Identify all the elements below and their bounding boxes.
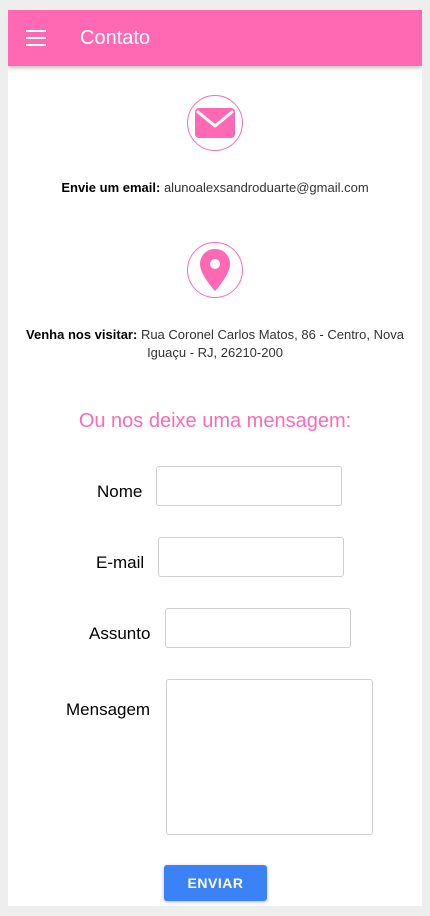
email-value[interactable]: alunoalexsandroduarte@gmail.com bbox=[164, 180, 369, 195]
envelope-icon bbox=[187, 95, 243, 151]
address-line-2: Iguaçu - RJ, 26210-200 bbox=[147, 345, 283, 360]
email-label: Envie um email: bbox=[61, 180, 161, 195]
map-pin-icon bbox=[187, 242, 243, 298]
email-info: Envie um email: alunoalexsandroduarte@gm… bbox=[8, 179, 422, 197]
mensagem-label: Mensagem bbox=[66, 700, 151, 719]
address-info: Venha nos visitar: Rua Coronel Carlos Ma… bbox=[8, 326, 422, 362]
hamburger-menu-icon[interactable] bbox=[26, 30, 46, 46]
app-bar: Contato bbox=[8, 10, 422, 66]
email-input[interactable] bbox=[158, 537, 344, 577]
form-heading: Ou nos deixe uma mensagem: bbox=[78, 410, 352, 432]
email-field-label: E-mail bbox=[96, 553, 145, 572]
assunto-label: Assunto bbox=[89, 624, 151, 643]
submit-button[interactable]: ENVIAR bbox=[164, 865, 267, 901]
nome-input[interactable] bbox=[156, 466, 342, 506]
address-label: Venha nos visitar: bbox=[26, 327, 138, 342]
mensagem-textarea[interactable] bbox=[166, 679, 373, 835]
nome-label: Nome bbox=[97, 482, 143, 501]
assunto-input[interactable] bbox=[165, 608, 351, 648]
page-title: Contato bbox=[80, 27, 151, 49]
page-frame: Contato Envie um email: alunoalexsandrod… bbox=[8, 10, 422, 906]
address-line-1: Rua Coronel Carlos Matos, 86 - Centro, N… bbox=[140, 327, 404, 342]
